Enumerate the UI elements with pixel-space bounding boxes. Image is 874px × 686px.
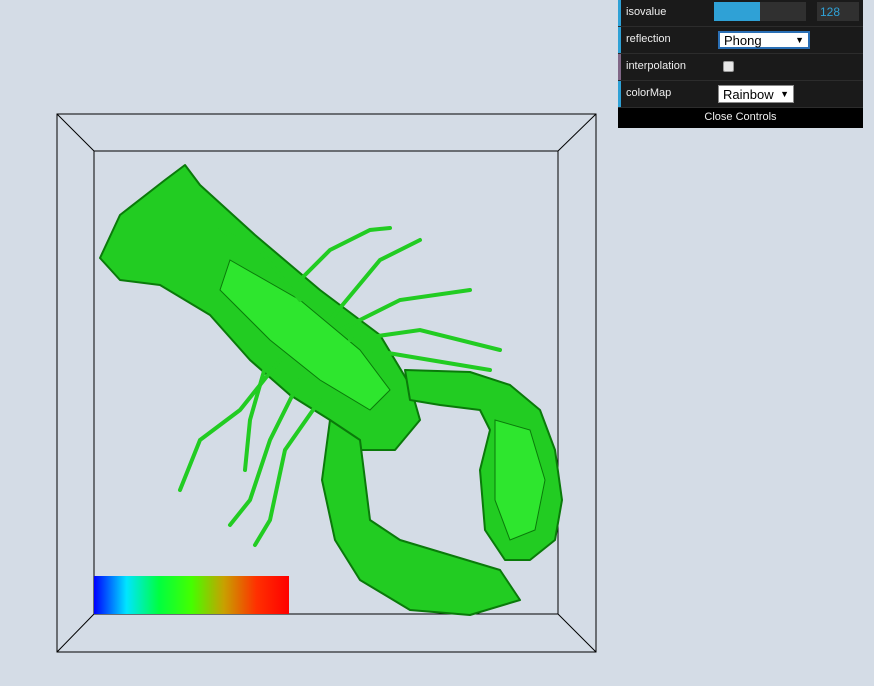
isovalue-slider-fill bbox=[714, 2, 760, 21]
colormap-bar bbox=[94, 576, 289, 614]
colormap-control: colorMap Rainbow ▼ bbox=[618, 81, 863, 108]
reflection-label: reflection bbox=[626, 33, 671, 45]
lobster-leg-9 bbox=[253, 398, 322, 547]
interpolation-checkbox[interactable] bbox=[723, 61, 734, 72]
colormap-label: colorMap bbox=[626, 87, 672, 99]
isosurface-lobster bbox=[99, 164, 563, 616]
isovalue-label: isovalue bbox=[626, 6, 667, 18]
reflection-control: reflection Phong ▼ bbox=[618, 27, 863, 54]
lobster-leg-10 bbox=[298, 226, 392, 282]
close-controls-button[interactable]: Close Controls bbox=[618, 108, 863, 128]
reflection-select[interactable]: Phong ▼ bbox=[718, 31, 810, 49]
isovalue-control: isovalue bbox=[618, 0, 863, 27]
colormap-select[interactable]: Rainbow ▼ bbox=[718, 85, 794, 103]
chevron-down-icon: ▼ bbox=[795, 35, 804, 45]
interpolation-label: interpolation bbox=[626, 60, 686, 72]
lobster-leg-7 bbox=[228, 378, 302, 527]
chevron-down-icon: ▼ bbox=[780, 89, 789, 99]
isovalue-slider[interactable] bbox=[714, 2, 806, 21]
interpolation-control: interpolation bbox=[618, 54, 863, 81]
colormap-value: Rainbow bbox=[723, 86, 774, 102]
reflection-value: Phong bbox=[724, 32, 762, 48]
controls-panel: isovalue reflection Phong ▼ interpolatio… bbox=[618, 0, 863, 128]
lobster-leg-6 bbox=[178, 358, 282, 492]
isovalue-input[interactable] bbox=[817, 2, 859, 21]
